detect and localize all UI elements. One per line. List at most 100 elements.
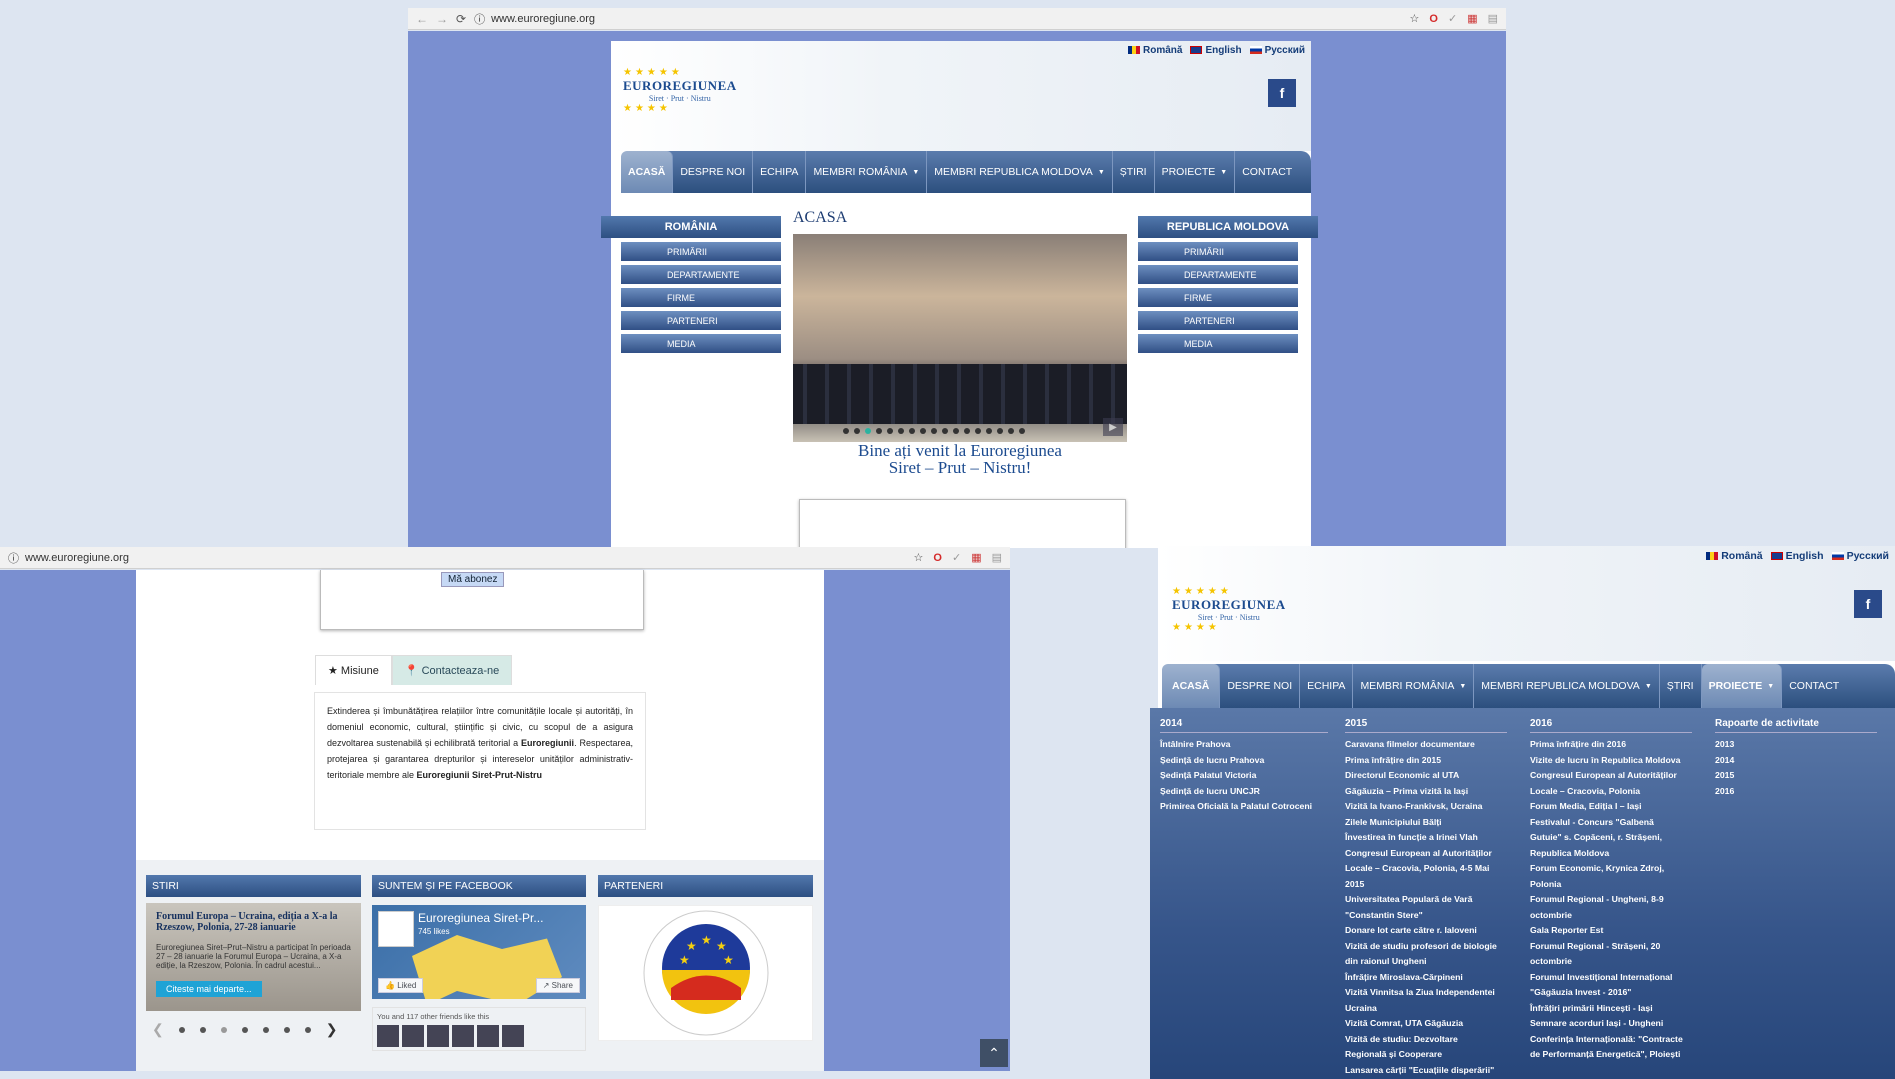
slider-dot[interactable]	[986, 428, 992, 434]
facebook-icon[interactable]: f	[1854, 590, 1882, 618]
share-button[interactable]: ↗ Share	[535, 978, 580, 993]
slider-next-icon[interactable]: ▶	[1103, 418, 1123, 436]
menu-proiecte[interactable]: PROIECTE ▼	[1155, 151, 1236, 193]
slider-dot[interactable]	[1019, 428, 1025, 434]
project-link[interactable]: Universitatea Populară de Vară	[1345, 892, 1507, 908]
sidebar-item-media[interactable]: MEDIA	[1138, 334, 1298, 353]
project-link[interactable]: Congresul European al Autorităților	[1530, 768, 1692, 784]
chevron-right-icon[interactable]: ❯	[326, 1021, 338, 1038]
slider-dot[interactable]	[843, 428, 849, 434]
address-bar[interactable]: ⓘ www.euroregiune.org	[8, 550, 906, 566]
project-link[interactable]: Locale – Cracovia, Polonia, 4-5 Mai	[1345, 861, 1507, 877]
opera-icon[interactable]: O	[1429, 13, 1438, 25]
slider-dot[interactable]	[876, 428, 882, 434]
subscribe-button[interactable]: Mă abonez	[441, 572, 505, 587]
lang-ru[interactable]: Русский	[1831, 550, 1889, 562]
lang-en[interactable]: English	[1190, 45, 1242, 56]
menu-icon[interactable]: ▤	[992, 551, 1002, 564]
lang-ro[interactable]: Română	[1706, 550, 1763, 562]
check-icon[interactable]: ✓	[952, 551, 961, 564]
sidebar-item-firme[interactable]: FIRME	[1138, 288, 1298, 307]
menu-acasa[interactable]: ACASĂ	[1162, 664, 1221, 708]
project-link[interactable]: Ucraina	[1345, 1001, 1507, 1017]
report-link[interactable]: 2015	[1715, 768, 1877, 784]
address-bar[interactable]: ⓘ www.euroregiune.org	[474, 11, 1401, 27]
site-logo[interactable]: ★★★★★ EUROREGIUNEA Siret · Prut · Nistru…	[623, 67, 737, 114]
pager-dot-active[interactable]	[220, 1026, 227, 1033]
project-link[interactable]: Regională și Cooperare	[1345, 1047, 1507, 1063]
partner-logo[interactable]: ★ ★ ★ ★ ★	[598, 905, 813, 1041]
pager-dot[interactable]	[199, 1026, 206, 1033]
project-link[interactable]: Conferința Internațională: "Contracte	[1530, 1032, 1692, 1048]
friend-avatar[interactable]	[377, 1025, 399, 1047]
menu-stiri[interactable]: ȘTIRI	[1660, 664, 1702, 708]
slider-dot[interactable]	[909, 428, 915, 434]
menu-echipa[interactable]: ECHIPA	[753, 151, 807, 193]
opera-icon[interactable]: O	[933, 552, 942, 564]
project-link[interactable]: Ședință de lucru Prahova	[1160, 753, 1328, 769]
project-link[interactable]: din raionul Ungheni	[1345, 954, 1507, 970]
sidebar-item-parteneri[interactable]: PARTENERI	[621, 311, 781, 330]
project-link[interactable]: Locale – Cracovia, Polonia	[1530, 784, 1692, 800]
project-link[interactable]: Zilele Municipiului Bălți	[1345, 815, 1507, 831]
project-link[interactable]: Gala Reporter Est	[1530, 923, 1692, 939]
menu-despre-noi[interactable]: DESPRE NOI	[673, 151, 754, 193]
project-link[interactable]: Vizite de lucru în Republica Moldova	[1530, 753, 1692, 769]
menu-membri-romania[interactable]: MEMBRI ROMÂNIA ▼	[806, 151, 928, 193]
project-link[interactable]: Directorul Economic al UTA	[1345, 768, 1507, 784]
project-link[interactable]: Prima înfrățire din 2016	[1530, 737, 1692, 753]
project-link[interactable]: "Găgăuzia Invest - 2016"	[1530, 985, 1692, 1001]
friend-avatar[interactable]	[477, 1025, 499, 1047]
project-link[interactable]: Primirea Oficială la Palatul Cotroceni	[1160, 799, 1328, 815]
report-link[interactable]: 2013	[1715, 737, 1877, 753]
project-link[interactable]: de Performanță Energetică", Ploiești	[1530, 1047, 1692, 1063]
friend-avatar[interactable]	[452, 1025, 474, 1047]
menu-echipa[interactable]: ECHIPA	[1300, 664, 1354, 708]
project-link[interactable]: Înfrățiri primării Hincești - Iași	[1530, 1001, 1692, 1017]
project-link[interactable]: Înfrățire Miroslava-Cărpineni	[1345, 970, 1507, 986]
project-link[interactable]: Ședință Palatul Victoria	[1160, 768, 1328, 784]
slider-dot[interactable]	[931, 428, 937, 434]
slider-dot[interactable]	[920, 428, 926, 434]
project-link[interactable]: Festivalul - Concurs "Galbenă	[1530, 815, 1692, 831]
check-icon[interactable]: ✓	[1448, 12, 1457, 25]
menu-contact[interactable]: CONTACT	[1782, 664, 1846, 708]
menu-icon[interactable]: ▤	[1488, 12, 1498, 25]
pager-dot[interactable]	[262, 1026, 269, 1033]
pager-dot[interactable]	[178, 1026, 185, 1033]
reload-icon[interactable]: ⟳	[456, 12, 466, 26]
sidebar-item-departamente[interactable]: DEPARTAMENTE	[1138, 265, 1298, 284]
project-link[interactable]: 2015	[1345, 877, 1507, 893]
project-link[interactable]: Ședință de lucru UNCJR	[1160, 784, 1328, 800]
slider-dot[interactable]	[1008, 428, 1014, 434]
project-link[interactable]: Învestirea în funcție a Irinei Vlah	[1345, 830, 1507, 846]
star-icon[interactable]: ☆	[914, 551, 924, 564]
project-link[interactable]: Semnare acorduri Iași - Ungheni	[1530, 1016, 1692, 1032]
pager-dot[interactable]	[241, 1026, 248, 1033]
sidebar-item-primarii[interactable]: PRIMĂRII	[1138, 242, 1298, 261]
sidebar-item-media[interactable]: MEDIA	[621, 334, 781, 353]
lang-en[interactable]: English	[1770, 550, 1824, 562]
scroll-top-icon[interactable]: ⌃	[980, 1039, 1008, 1067]
slider-dot[interactable]	[997, 428, 1003, 434]
news-card[interactable]: Forumul Europa – Ucraina, ediția a X-a l…	[146, 903, 361, 1011]
menu-stiri[interactable]: ȘTIRI	[1113, 151, 1155, 193]
project-link[interactable]: Vizită de studiu: Dezvoltare	[1345, 1032, 1507, 1048]
pager-dot[interactable]	[283, 1026, 290, 1033]
menu-proiecte[interactable]: PROIECTE ▼	[1701, 664, 1783, 708]
project-link[interactable]: Polonia	[1530, 877, 1692, 893]
chevron-left-icon[interactable]: ❮	[152, 1021, 164, 1038]
lang-ro[interactable]: Română	[1128, 45, 1182, 56]
site-logo[interactable]: ★★★★★ EUROREGIUNEA Siret · Prut · Nistru…	[1172, 586, 1286, 633]
facebook-page-plugin[interactable]: Euroregiunea Siret-Pr... 745 likes 👍 Lik…	[372, 905, 586, 999]
project-link[interactable]: Întâlnire Prahova	[1160, 737, 1328, 753]
project-link[interactable]: "Constantin Stere"	[1345, 908, 1507, 924]
lang-ru[interactable]: Русский	[1249, 45, 1305, 56]
project-link[interactable]: octombrie	[1530, 908, 1692, 924]
slider-dot[interactable]	[942, 428, 948, 434]
project-link[interactable]: Forumul Regional - Strășeni, 20	[1530, 939, 1692, 955]
project-link[interactable]: Forum Media, Ediția I – Iași	[1530, 799, 1692, 815]
project-link[interactable]: Prima înfrățire din 2015	[1345, 753, 1507, 769]
project-link[interactable]: Forumul Regional - Ungheni, 8-9	[1530, 892, 1692, 908]
star-icon[interactable]: ☆	[1410, 12, 1420, 25]
